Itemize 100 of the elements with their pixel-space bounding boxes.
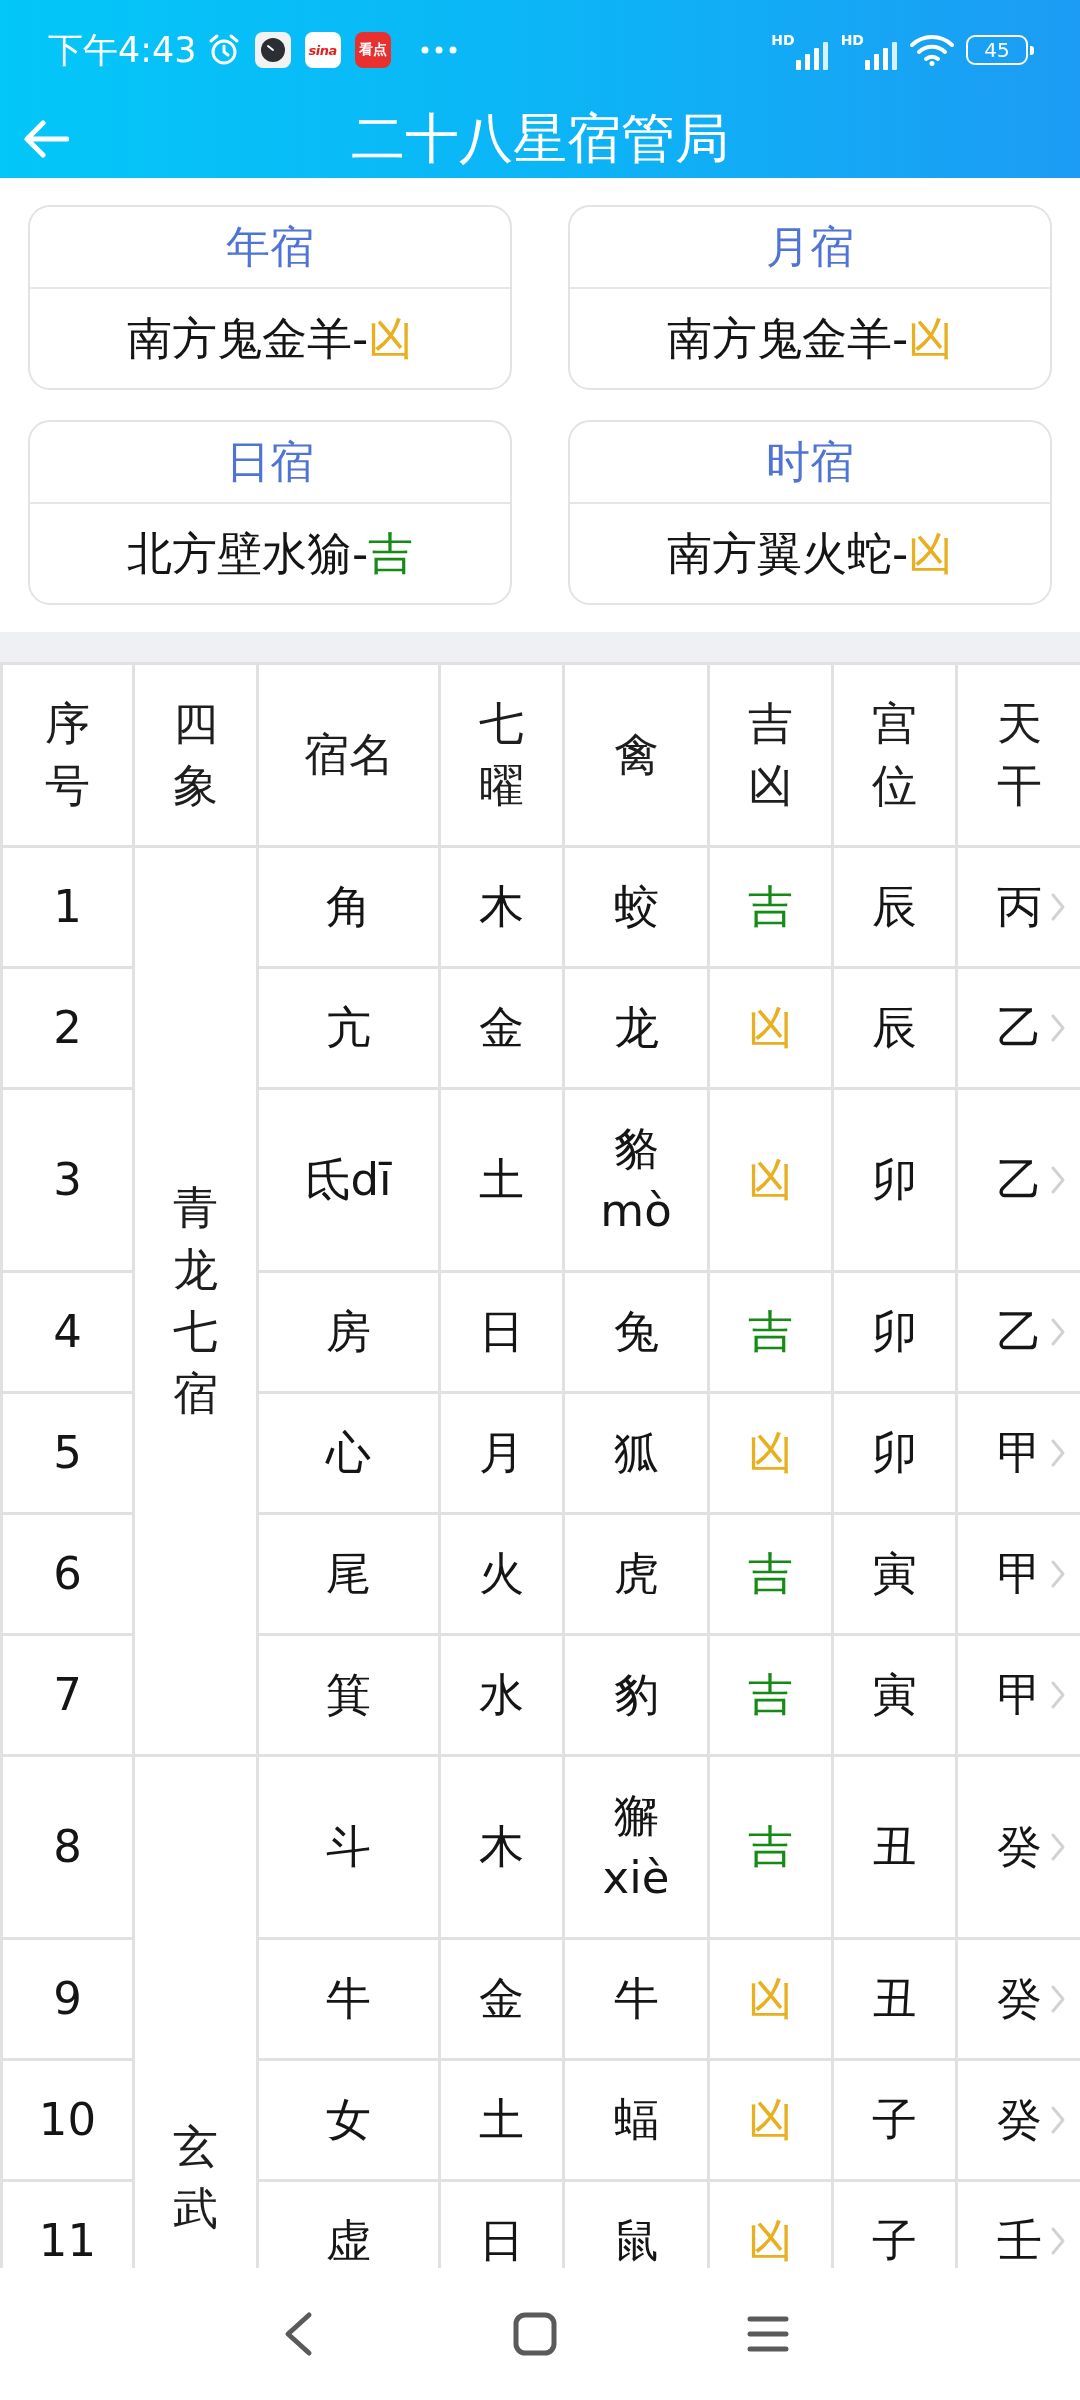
mansion-name: 箕: [326, 1667, 371, 1723]
wifi-icon: [910, 34, 954, 66]
row-number: 5: [53, 1425, 82, 1481]
column-header: 宫位: [871, 696, 918, 814]
column-header: 宿名: [303, 727, 394, 783]
status-time: 下午4:43: [48, 28, 197, 72]
column-header: 禽: [613, 727, 659, 783]
signal-icon: [864, 40, 898, 70]
animal-text: 兔: [613, 1304, 659, 1360]
row-number: 8: [53, 1819, 82, 1875]
chevron-right-icon: [1050, 1317, 1066, 1347]
verdict-text: 凶: [748, 1000, 793, 1056]
battery-indicator: 45: [966, 35, 1034, 65]
animal-text: 虎: [613, 1546, 659, 1602]
back-icon[interactable]: [283, 2311, 313, 2357]
mansion-name: 斗: [326, 1819, 371, 1875]
palace-text: 丑: [872, 1971, 917, 2027]
animal-text: 鼠: [613, 2213, 659, 2268]
mansion-value: 南方鬼金羊-: [666, 310, 909, 367]
group-label: 玄武: [173, 2119, 218, 2237]
planet-text: 金: [479, 1000, 524, 1056]
row-number: 11: [38, 2213, 97, 2268]
stem-text: 乙: [996, 1000, 1042, 1056]
palace-text: 寅: [872, 1546, 917, 1602]
animal-text: 豹: [613, 1667, 659, 1723]
planet-text: 金: [479, 1971, 524, 2027]
stem-text: 乙: [996, 1304, 1042, 1360]
chevron-right-icon: [1050, 1165, 1066, 1195]
planet-text: 日: [479, 2213, 524, 2268]
column-header: 四象: [172, 696, 219, 814]
verdict-text: 凶: [908, 525, 954, 582]
chevron-right-icon: [1050, 2226, 1066, 2256]
card-title: 年宿: [226, 219, 314, 274]
app-tile: sina: [304, 32, 341, 68]
chevron-right-icon: [1050, 1559, 1066, 1589]
verdict-text: 凶: [748, 2213, 793, 2268]
planet-text: 土: [479, 1152, 524, 1208]
app-tile: 看点: [354, 32, 391, 68]
animal-text: 龙: [613, 1000, 659, 1056]
mansion-name: 女: [326, 2092, 371, 2148]
animal-text: 蛟: [613, 879, 659, 935]
palace-text: 丑: [872, 1819, 917, 1875]
column-header: 吉凶: [747, 696, 794, 814]
row-number: 9: [53, 1971, 82, 2027]
palace-text: 卯: [872, 1304, 917, 1360]
stem-text: 甲: [996, 1546, 1042, 1602]
network-type-label: HD: [840, 32, 864, 48]
mansion-name: 尾: [326, 1546, 371, 1602]
chevron-right-icon: [1050, 1438, 1066, 1468]
chevron-right-icon: [1050, 1984, 1066, 2014]
mansion-name: 氐dī: [305, 1152, 392, 1208]
chevron-right-icon: [1050, 1013, 1066, 1043]
palace-text: 辰: [872, 1000, 917, 1056]
verdict-text: 吉: [748, 1667, 793, 1723]
card-title: 时宿: [766, 434, 854, 489]
row-number: 6: [53, 1546, 82, 1602]
palace-text: 寅: [872, 1667, 917, 1723]
row-number: 2: [53, 1000, 82, 1056]
mansion-name: 牛: [326, 1971, 371, 2027]
chevron-right-icon: [1050, 2105, 1066, 2135]
verdict-text: 凶: [748, 1425, 793, 1481]
verdict-text: 吉: [748, 1304, 793, 1360]
mansion-name: 亢: [326, 1000, 371, 1056]
row-number: 7: [53, 1667, 82, 1723]
palace-text: 子: [872, 2213, 917, 2268]
menu-icon[interactable]: [747, 2314, 789, 2354]
verdict-text: 吉: [748, 879, 793, 935]
stem-text: 癸: [996, 1971, 1042, 2027]
stem-text: 癸: [996, 2092, 1042, 2148]
mansion-value: 北方壁水㺄-: [126, 525, 369, 582]
verdict-text: 凶: [748, 1971, 793, 2027]
row-number: 4: [53, 1304, 82, 1360]
verdict-text: 吉: [368, 525, 414, 582]
stem-text: 甲: [996, 1425, 1042, 1481]
animal-text: 獬xiè: [601, 1788, 671, 1906]
row-number: 10: [38, 2092, 97, 2148]
planet-text: 火: [479, 1546, 524, 1602]
planet-text: 日: [479, 1304, 524, 1360]
planet-text: 月: [479, 1425, 524, 1481]
mansion-value: 南方翼火蛇-: [666, 525, 909, 582]
group-label: 青龙七宿: [173, 1180, 218, 1422]
planet-text: 木: [479, 879, 524, 935]
row-number: 1: [53, 879, 82, 935]
mansion-name: 心: [326, 1425, 371, 1481]
planet-text: 土: [479, 2092, 524, 2148]
palace-text: 卯: [872, 1425, 917, 1481]
column-header: 序号: [44, 696, 91, 814]
planet-text: 木: [479, 1819, 524, 1875]
verdict-text: 凶: [748, 1152, 793, 1208]
palace-text: 子: [872, 2092, 917, 2148]
mansion-name: 角: [326, 879, 371, 935]
verdict-text: 凶: [368, 310, 414, 367]
stem-text: 甲: [996, 1667, 1042, 1723]
column-header: 七曜: [478, 696, 525, 814]
verdict-text: 吉: [748, 1819, 793, 1875]
planet-text: 水: [479, 1667, 524, 1723]
home-icon[interactable]: [513, 2312, 557, 2356]
clock-app-icon: [254, 32, 291, 68]
stem-text: 癸: [996, 1819, 1042, 1875]
network-type-label: HD: [771, 32, 795, 48]
